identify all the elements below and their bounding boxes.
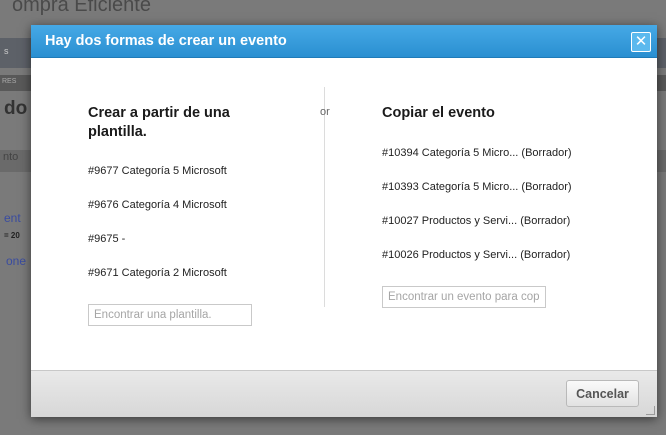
column-divider [324, 87, 325, 307]
event-item[interactable]: #10394 Categoría 5 Micro... (Borrador) [382, 147, 572, 159]
event-item[interactable]: #10393 Categoría 5 Micro... (Borrador) [382, 181, 572, 193]
event-item[interactable]: #10026 Productos y Servi... (Borrador) [382, 249, 570, 261]
dialog-header: Hay dos formas de crear un evento ✕ [31, 25, 657, 58]
dialog-footer: Cancelar [31, 370, 657, 417]
create-event-dialog: Hay dos formas de crear un evento ✕ Crea… [31, 25, 657, 417]
template-item[interactable]: #9675 - [88, 233, 125, 245]
background-fragment: RES [2, 78, 17, 85]
event-item-label: #10027 Productos y Servi... [382, 215, 518, 227]
background-fragment: ent [4, 211, 21, 225]
cancel-button[interactable]: Cancelar [566, 380, 639, 407]
close-icon[interactable]: ✕ [631, 32, 651, 52]
event-item-label: #10394 Categoría 5 Micro... [382, 147, 519, 159]
template-item[interactable]: #9676 Categoría 4 Microsoft [88, 199, 227, 211]
template-item[interactable]: #9671 Categoría 2 Microsoft [88, 267, 227, 279]
event-item-label: #10026 Productos y Servi... [382, 249, 518, 261]
event-item-status: (Borrador) [520, 215, 571, 227]
background-fragment: one [6, 254, 27, 268]
event-item-status: (Borrador) [521, 181, 572, 193]
copy-column-heading: Copiar el evento [382, 105, 495, 121]
template-search-input[interactable] [88, 304, 252, 326]
event-item-status: (Borrador) [520, 249, 571, 261]
template-item[interactable]: #9677 Categoría 5 Microsoft [88, 165, 227, 177]
background-fragment: do [4, 98, 28, 119]
background-fragment: nto [3, 151, 19, 163]
event-item-status: (Borrador) [521, 147, 572, 159]
event-search-input[interactable] [382, 286, 546, 308]
resize-grip-icon[interactable] [646, 406, 655, 415]
background-fragment: = 20 [4, 231, 20, 240]
background-fragment: s [4, 46, 9, 56]
event-item-label: #10393 Categoría 5 Micro... [382, 181, 519, 193]
or-label: or [320, 106, 330, 118]
template-column-heading: Crear a partir de una plantilla. [88, 105, 230, 140]
dialog-title: Hay dos formas de crear un evento [45, 33, 287, 49]
event-item[interactable]: #10027 Productos y Servi... (Borrador) [382, 215, 570, 227]
background-title: ompra Eficiente [12, 0, 151, 16]
